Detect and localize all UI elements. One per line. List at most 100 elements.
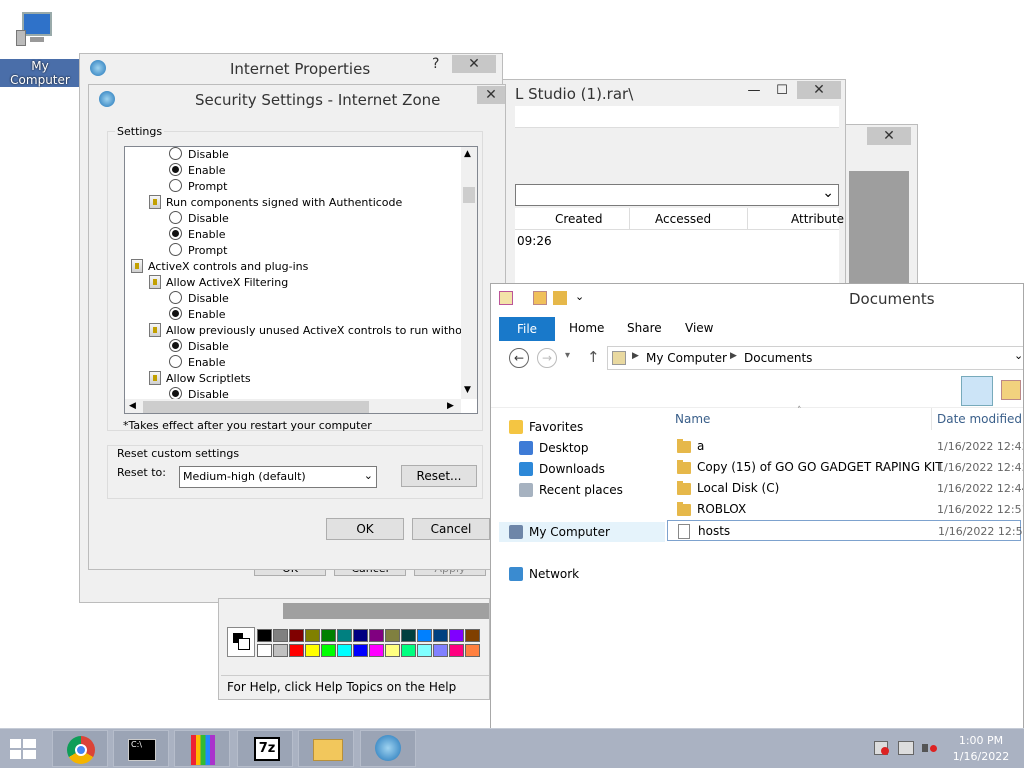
- radio-checked-icon[interactable]: [169, 163, 182, 176]
- color-swatch[interactable]: [321, 644, 336, 657]
- sidebar-item[interactable]: Recent places: [499, 480, 665, 500]
- setting-radio[interactable]: Enable: [169, 163, 225, 179]
- taskbar-7zip[interactable]: 7z: [237, 730, 293, 767]
- color-swatch[interactable]: [337, 629, 352, 642]
- desktop-icon-my-computer[interactable]: My Computer: [0, 8, 80, 87]
- up-icon[interactable]: ↑: [587, 348, 600, 366]
- color-swatch[interactable]: [433, 629, 448, 642]
- taskbar-chrome[interactable]: [52, 730, 108, 767]
- radio-checked-icon[interactable]: [169, 339, 182, 352]
- color-swatch[interactable]: [321, 629, 336, 642]
- address-bar[interactable]: ▶ My Computer ▶ Documents ⌄: [607, 346, 1023, 370]
- details-pane-icon[interactable]: [1001, 380, 1021, 400]
- color-swatch[interactable]: [449, 644, 464, 657]
- color-swatch[interactable]: [465, 629, 480, 642]
- new-folder-icon[interactable]: [533, 291, 547, 305]
- breadcrumb-documents[interactable]: Documents: [744, 351, 812, 365]
- setting-radio[interactable]: Enable: [169, 355, 225, 371]
- chevron-left-icon[interactable]: ◀: [129, 401, 136, 411]
- column-accessed[interactable]: Accessed: [655, 212, 711, 226]
- ok-button[interactable]: OK: [326, 518, 404, 540]
- radio-unchecked-icon[interactable]: [169, 355, 182, 368]
- color-swatch[interactable]: [289, 629, 304, 642]
- sidebar-item[interactable]: Favorites: [499, 417, 665, 437]
- start-button[interactable]: [6, 735, 40, 763]
- back-icon[interactable]: ←: [509, 348, 529, 368]
- taskbar-paint[interactable]: [174, 730, 230, 767]
- vertical-scrollbar[interactable]: ▲ ▼: [461, 147, 477, 399]
- setting-radio[interactable]: Disable: [169, 291, 229, 307]
- file-list[interactable]: Created Accessed Attribute 09:26: [515, 208, 844, 284]
- color-swatch[interactable]: [385, 644, 400, 657]
- setting-radio[interactable]: Prompt: [169, 179, 227, 195]
- setting-radio[interactable]: Enable: [169, 307, 225, 323]
- sidebar-item[interactable]: Desktop: [499, 438, 665, 458]
- chevron-down-icon[interactable]: ⌄: [822, 185, 834, 201]
- radio-checked-icon[interactable]: [169, 307, 182, 320]
- chevron-down-icon[interactable]: ⌄: [1014, 349, 1023, 362]
- chevron-down-icon[interactable]: ▼: [464, 385, 471, 395]
- color-swatch[interactable]: [289, 644, 304, 657]
- color-swatch[interactable]: [401, 629, 416, 642]
- file-row[interactable]: Copy (15) of GO GO GADGET RAPING KIT 1/16…: [667, 457, 1023, 478]
- tab-view[interactable]: View: [685, 321, 713, 335]
- radio-checked-icon[interactable]: [169, 387, 182, 399]
- radio-checked-icon[interactable]: [169, 227, 182, 240]
- properties-icon[interactable]: [499, 291, 513, 305]
- setting-radio[interactable]: Prompt: [169, 243, 227, 259]
- file-row[interactable]: a 1/16/2022 12:43 P: [667, 436, 1023, 457]
- scrollbar-thumb[interactable]: [143, 401, 369, 413]
- clock[interactable]: 1:00 PM 1/16/2022: [946, 733, 1016, 767]
- color-swatch[interactable]: [353, 629, 368, 642]
- color-swatch[interactable]: [273, 644, 288, 657]
- taskbar-internet-options[interactable]: [360, 730, 416, 767]
- tab-file[interactable]: File: [499, 317, 555, 341]
- color-swatch[interactable]: [353, 644, 368, 657]
- color-swatch[interactable]: [337, 644, 352, 657]
- scrollbar-thumb[interactable]: [463, 187, 475, 203]
- file-row[interactable]: hosts 1/16/2022 12:58 P: [667, 520, 1023, 541]
- chevron-down-icon[interactable]: ⌄: [575, 290, 584, 303]
- horizontal-scrollbar[interactable]: ◀ ▶: [125, 399, 461, 413]
- color-swatch[interactable]: [273, 629, 288, 642]
- close-button[interactable]: ✕: [797, 81, 841, 99]
- path-combo[interactable]: ⌄: [515, 184, 839, 206]
- color-swatch[interactable]: [401, 644, 416, 657]
- column-created[interactable]: Created: [555, 212, 603, 226]
- sidebar-item[interactable]: Downloads: [499, 459, 665, 479]
- sidebar-item[interactable]: My Computer: [499, 522, 665, 542]
- color-swatch[interactable]: [449, 629, 464, 642]
- chevron-down-icon[interactable]: ⌄: [364, 469, 373, 482]
- close-button[interactable]: ✕: [867, 127, 911, 145]
- close-button[interactable]: ✕: [477, 86, 505, 104]
- color-swatch[interactable]: [305, 644, 320, 657]
- folder-icon[interactable]: [553, 291, 567, 305]
- radio-unchecked-icon[interactable]: [169, 147, 182, 160]
- network-icon[interactable]: [898, 741, 914, 755]
- action-center-icon[interactable]: [874, 741, 889, 755]
- color-swatch[interactable]: [369, 629, 384, 642]
- column-attributes[interactable]: Attribute: [791, 212, 844, 226]
- setting-radio[interactable]: Disable: [169, 147, 229, 163]
- column-name[interactable]: Name: [675, 412, 710, 426]
- help-button[interactable]: ?: [432, 56, 439, 72]
- chevron-up-icon[interactable]: ▲: [464, 149, 471, 159]
- setting-radio[interactable]: Disable: [169, 211, 229, 227]
- breadcrumb-my-computer[interactable]: My Computer: [646, 351, 727, 365]
- radio-unchecked-icon[interactable]: [169, 243, 182, 256]
- color-swatch[interactable]: [417, 644, 432, 657]
- tab-home[interactable]: Home: [569, 321, 604, 335]
- radio-unchecked-icon[interactable]: [169, 211, 182, 224]
- file-row[interactable]: ROBLOX 1/16/2022 12:51 P: [667, 499, 1023, 520]
- tab-share[interactable]: Share: [627, 321, 662, 335]
- setting-radio[interactable]: Disable: [169, 339, 229, 355]
- taskbar-command-prompt[interactable]: C:\: [113, 730, 169, 767]
- color-swatch[interactable]: [417, 629, 432, 642]
- chevron-right-icon[interactable]: ▶: [447, 401, 454, 411]
- color-swatch[interactable]: [385, 629, 400, 642]
- setting-radio[interactable]: Enable: [169, 227, 225, 243]
- minimize-button[interactable]: —: [741, 82, 767, 100]
- forward-icon[interactable]: →: [537, 348, 557, 368]
- color-swatch[interactable]: [465, 644, 480, 657]
- setting-radio[interactable]: Disable: [169, 387, 229, 399]
